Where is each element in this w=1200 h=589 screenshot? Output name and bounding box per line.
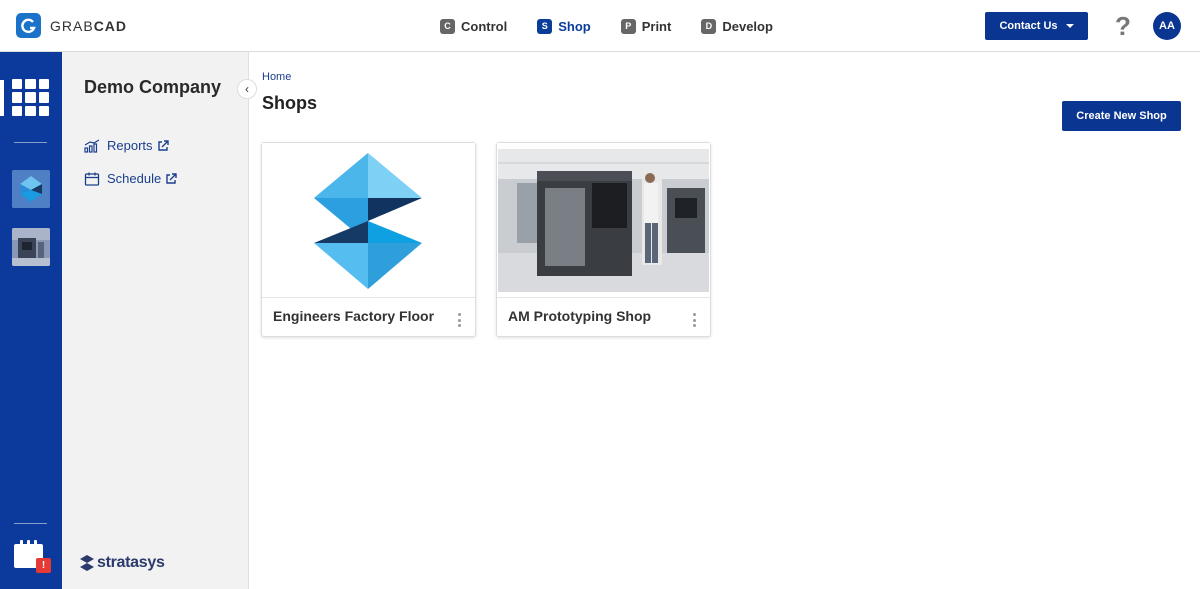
grabcad-logo-icon <box>16 13 41 38</box>
nav-shop[interactable]: S Shop <box>537 18 591 34</box>
printer-photo-icon <box>12 228 50 266</box>
schedule-link[interactable]: Schedule <box>84 171 184 186</box>
reports-label: Reports <box>107 138 153 153</box>
develop-icon: D <box>701 18 717 34</box>
nav-develop[interactable]: D Develop <box>701 18 773 34</box>
product-nav: C Control S Shop P Print D Develop <box>440 0 803 52</box>
user-avatar[interactable]: AA <box>1153 12 1181 40</box>
shop-card-title: Engineers Factory Floor <box>273 308 435 324</box>
stratasys-logo-icon <box>12 170 50 208</box>
breadcrumb-home[interactable]: Home <box>262 71 291 83</box>
calendar-icon <box>84 172 100 186</box>
shop-card-image <box>497 143 710 298</box>
shop-icon: S <box>537 18 553 34</box>
schedule-calendar-icon[interactable]: ! <box>14 540 51 573</box>
side-panel: Demo Company ‹ Reports Schedule stratasy… <box>62 52 257 589</box>
nav-develop-label: Develop <box>722 18 773 34</box>
company-name: Demo Company <box>84 77 222 97</box>
chevron-down-icon <box>1065 24 1074 28</box>
contact-us-button[interactable]: Contact Us <box>985 12 1088 40</box>
control-icon: C <box>440 18 455 34</box>
external-link-icon <box>157 139 169 151</box>
stratasys-wordmark: stratasys <box>97 554 165 571</box>
nav-print-label: Print <box>641 18 672 34</box>
left-rail: ! <box>0 52 62 589</box>
rail-divider <box>14 142 47 143</box>
shop-card-title: AM Prototyping Shop <box>508 308 652 324</box>
shop-card-image <box>262 143 475 298</box>
printer-photo-icon <box>497 143 710 297</box>
bar-chart-icon <box>84 138 100 153</box>
nav-print[interactable]: P Print <box>620 18 672 34</box>
help-icon[interactable]: ? <box>1115 11 1131 42</box>
stratasys-logo: stratasys <box>80 554 165 572</box>
schedule-label: Schedule <box>107 171 162 186</box>
rail-active-indicator <box>0 80 4 116</box>
apps-grid-icon[interactable] <box>12 79 49 116</box>
rail-divider-bottom <box>14 523 47 524</box>
brand-name: GRABCAD <box>50 17 128 34</box>
external-link-icon <box>166 172 177 184</box>
grabcad-logo[interactable]: GRABCAD <box>16 13 127 38</box>
more-options-icon[interactable] <box>693 313 697 327</box>
page-title: Shops <box>262 93 318 113</box>
create-new-shop-button[interactable]: Create New Shop <box>1062 101 1181 131</box>
stratasys-logo-icon <box>262 143 475 297</box>
nav-shop-label: Shop <box>558 18 591 34</box>
shop-card-am-prototyping-shop[interactable]: AM Prototyping Shop <box>496 142 711 337</box>
print-icon: P <box>620 18 636 34</box>
nav-control[interactable]: C Control <box>440 18 508 34</box>
main-content: Home Shops Create New Shop Engineers Fac… <box>250 52 1200 589</box>
rail-shop-engineers-factory-floor[interactable] <box>12 170 50 208</box>
contact-us-label: Contact Us <box>999 20 1058 32</box>
top-bar: GRABCAD C Control S Shop P Print D Devel… <box>0 0 1200 52</box>
rail-shop-am-prototyping-shop[interactable] <box>12 228 50 266</box>
more-options-icon[interactable] <box>458 313 462 327</box>
stratasys-mark-icon <box>80 555 94 571</box>
shop-card-engineers-factory-floor[interactable]: Engineers Factory Floor <box>261 142 476 337</box>
reports-link[interactable]: Reports <box>84 138 176 153</box>
nav-control-label: Control <box>461 18 508 34</box>
alert-badge: ! <box>36 558 51 573</box>
